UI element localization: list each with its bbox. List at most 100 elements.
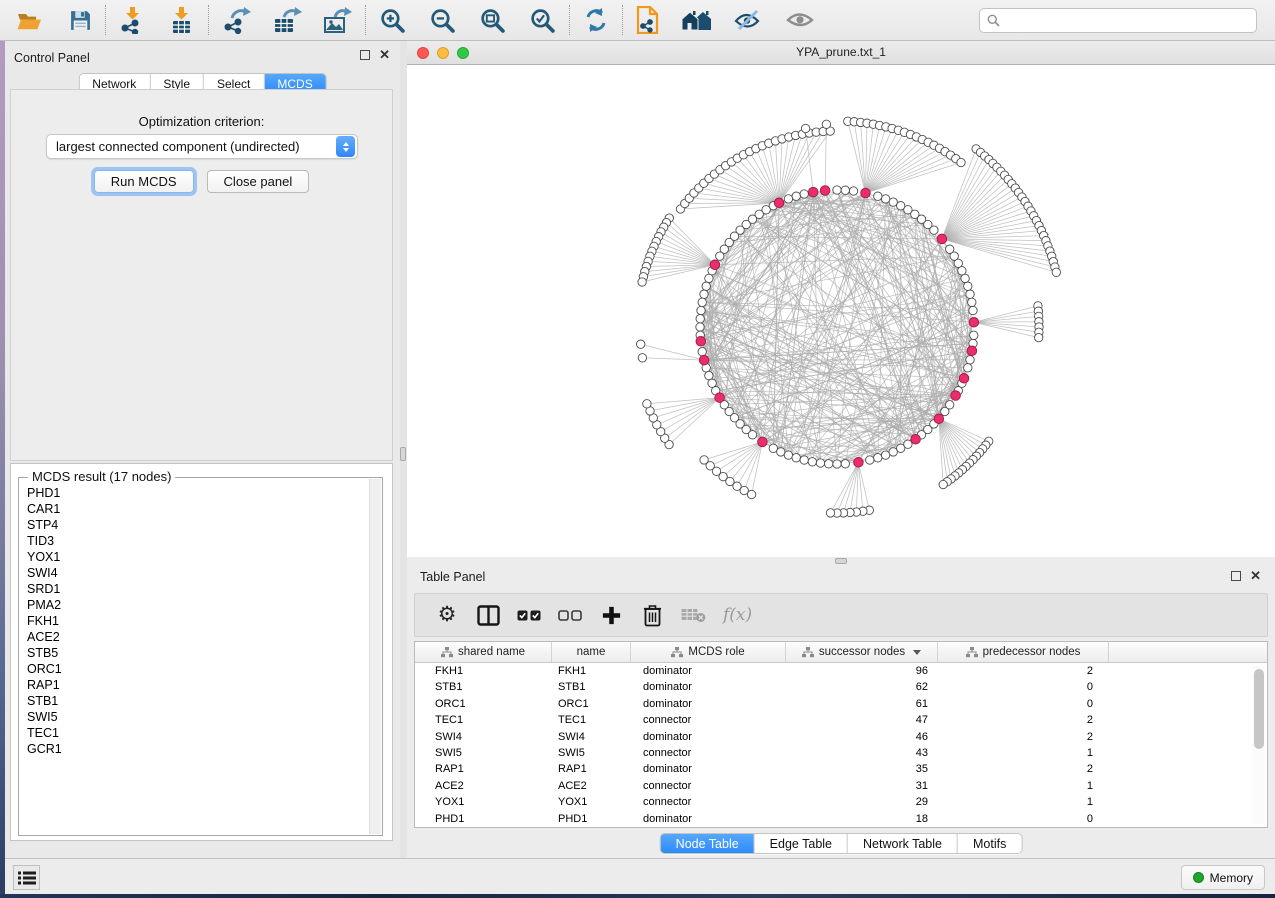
cell-name: PHD1 (552, 811, 631, 827)
mcds-result-item[interactable]: STP4 (27, 517, 368, 533)
cell-mcds_role: connector (631, 712, 786, 728)
add-column-button[interactable] (599, 600, 623, 630)
open-folder-icon (16, 9, 43, 32)
table-row[interactable]: YOX1YOX1connector291 (415, 794, 1267, 810)
split-columns-button[interactable] (476, 600, 500, 630)
column-header-successor_nodes[interactable]: successor nodes (786, 642, 938, 662)
mcds-result-item[interactable]: TEC1 (27, 725, 368, 741)
mcds-result-item[interactable]: ORC1 (27, 661, 368, 677)
plus-icon (602, 606, 621, 625)
mcds-result-item[interactable]: RAP1 (27, 677, 368, 693)
delete-column-button[interactable] (640, 600, 664, 630)
search-field[interactable] (979, 8, 1257, 33)
zoom-selected-button[interactable] (522, 4, 563, 36)
cell-mcds_role: dominator (631, 729, 786, 745)
splitter-grip[interactable] (400, 447, 406, 461)
column-header-name[interactable]: name (552, 642, 631, 662)
column-header-predecessor_nodes[interactable]: predecessor nodes (938, 642, 1109, 662)
mcds-list-scrollbar[interactable] (369, 479, 381, 834)
refresh-icon (583, 7, 609, 33)
zoom-in-button[interactable] (372, 4, 413, 36)
table-row[interactable]: FKH1FKH1dominator962 (415, 663, 1267, 679)
table-scrollbar[interactable] (1252, 666, 1265, 824)
search-input[interactable] (1005, 13, 1249, 29)
close-panel-icon[interactable]: ✕ (379, 50, 390, 60)
cell-shared_name: RAP1 (415, 761, 552, 777)
mcds-result-item[interactable]: PMA2 (27, 597, 368, 613)
hide-eye-button[interactable] (727, 4, 769, 36)
zoom-out-button[interactable] (422, 4, 463, 36)
zoom-window-button[interactable] (457, 47, 469, 59)
houses-button[interactable] (674, 4, 719, 36)
mcds-result-item[interactable]: CAR1 (27, 501, 368, 517)
save-session-button[interactable] (62, 4, 99, 36)
table-row[interactable]: ACE2ACE2connector311 (415, 778, 1267, 794)
splitter-grip[interactable] (835, 558, 847, 564)
tree-column-icon (966, 647, 978, 658)
close-panel-button[interactable]: Close panel (207, 170, 310, 193)
share-document-button[interactable] (629, 4, 666, 36)
table-scrollbar-thumb[interactable] (1254, 669, 1264, 749)
mcds-result-item[interactable]: SWI4 (27, 565, 368, 581)
tab-motifs[interactable]: Motifs (957, 834, 1021, 853)
cell-name: SWI4 (552, 729, 631, 745)
mcds-result-item[interactable]: ACE2 (27, 629, 368, 645)
control-panel: Control Panel ✕ NetworkStyleSelectMCDS O… (5, 41, 400, 858)
cell-name: YOX1 (552, 794, 631, 810)
column-header-mcds_role[interactable]: MCDS role (631, 642, 786, 662)
fit-content-button[interactable] (472, 4, 513, 36)
table-row[interactable]: PHD1PHD1dominator180 (415, 811, 1267, 827)
table-row[interactable]: ORC1ORC1dominator610 (415, 696, 1267, 712)
cell-predecessor_nodes: 0 (938, 679, 1109, 695)
mcds-result-item[interactable]: YOX1 (27, 549, 368, 565)
mcds-result-item[interactable]: GCR1 (27, 741, 368, 757)
eye-icon (786, 10, 814, 30)
table-row[interactable]: SWI5SWI5connector431 (415, 745, 1267, 761)
tab-node-table[interactable]: Node Table (661, 834, 754, 853)
mcds-result-item[interactable]: PHD1 (27, 485, 368, 501)
selected-criterion: largest connected component (undirected) (47, 139, 336, 154)
vertical-splitter[interactable] (400, 41, 407, 858)
show-eye-button[interactable] (779, 4, 821, 36)
export-image-button[interactable] (315, 4, 359, 36)
float-panel-icon[interactable] (360, 50, 370, 60)
close-window-button[interactable] (417, 47, 429, 59)
tab-network-table[interactable]: Network Table (847, 834, 957, 853)
export-network-button[interactable] (215, 4, 259, 36)
select-all-checkboxes-icon (517, 610, 541, 621)
optimization-criterion-select[interactable]: largest connected component (undirected) (46, 134, 358, 159)
import-table-icon (168, 6, 195, 34)
run-mcds-button[interactable]: Run MCDS (94, 170, 194, 193)
cell-shared_name: PHD1 (415, 811, 552, 827)
float-panel-icon[interactable] (1231, 571, 1241, 581)
mcds-result-item[interactable]: STB1 (27, 693, 368, 709)
minimize-window-button[interactable] (437, 47, 449, 59)
import-network-button[interactable] (112, 4, 153, 36)
table-row[interactable]: SWI4SWI4dominator462 (415, 729, 1267, 745)
mcds-result-item[interactable]: FKH1 (27, 613, 368, 629)
column-header-shared_name[interactable]: shared name (415, 642, 552, 662)
cell-shared_name: TEC1 (415, 712, 552, 728)
refresh-view-button[interactable] (576, 4, 616, 36)
network-canvas[interactable] (407, 65, 1275, 557)
select-all-button[interactable] (517, 600, 541, 630)
table-row[interactable]: STB1STB1dominator620 (415, 679, 1267, 695)
task-history-button[interactable] (13, 865, 40, 890)
mcds-result-item[interactable]: STB5 (27, 645, 368, 661)
mcds-result-item[interactable]: TID3 (27, 533, 368, 549)
cell-name: ORC1 (552, 696, 631, 712)
horizontal-splitter[interactable] (407, 557, 1275, 565)
share-document-icon (636, 6, 659, 34)
deselect-all-button[interactable] (558, 600, 582, 630)
settings-gear-button[interactable]: ⚙ (435, 600, 459, 630)
tab-edge-table[interactable]: Edge Table (754, 834, 847, 853)
mcds-result-item[interactable]: SWI5 (27, 709, 368, 725)
table-row[interactable]: RAP1RAP1dominator352 (415, 761, 1267, 777)
close-panel-icon[interactable]: ✕ (1250, 571, 1261, 581)
export-table-button[interactable] (265, 4, 309, 36)
mcds-result-item[interactable]: SRD1 (27, 581, 368, 597)
import-table-button[interactable] (161, 4, 202, 36)
table-row[interactable]: TEC1TEC1connector472 (415, 712, 1267, 728)
open-file-button[interactable] (9, 4, 50, 36)
memory-button[interactable]: Memory (1181, 865, 1265, 890)
